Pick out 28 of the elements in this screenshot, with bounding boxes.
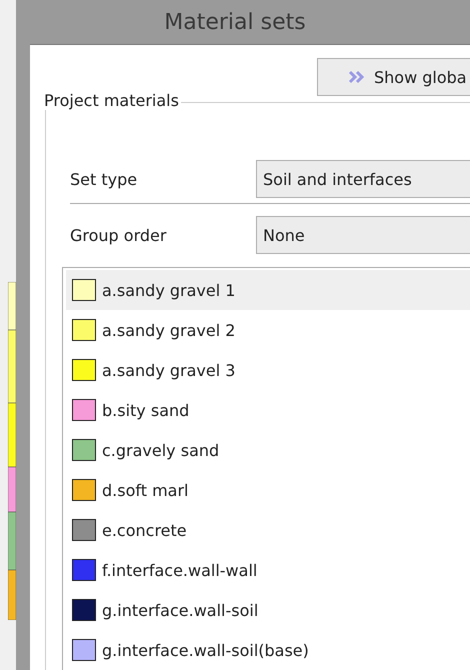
material-name: e.concrete — [102, 520, 187, 540]
material-item[interactable]: e.concrete — [66, 510, 470, 550]
material-item[interactable]: a.sandy gravel 2 — [66, 310, 470, 350]
material-name: g.interface.wall-soil — [102, 600, 258, 620]
material-item[interactable]: g.interface.wall-soil(base) — [66, 630, 470, 670]
material-name: d.soft marl — [102, 480, 188, 500]
material-name: a.sandy gravel 2 — [102, 320, 236, 340]
window-title: Material sets — [163, 8, 307, 36]
material-item[interactable]: d.soft marl — [66, 470, 470, 510]
dropdown[interactable]: Soil and interfaces — [256, 160, 470, 198]
material-item[interactable]: a.sandy gravel 1 — [66, 270, 470, 310]
double-chevron-icon — [348, 70, 366, 84]
material-name: a.sandy gravel 1 — [102, 280, 236, 300]
material-name: f.interface.wall-wall — [102, 560, 258, 580]
material-item[interactable]: b.sity sand — [66, 390, 470, 430]
field-label: Group order — [69, 226, 168, 244]
material-name: c.gravely sand — [102, 440, 220, 460]
show-global-button[interactable]: Show globa — [317, 58, 470, 96]
material-item[interactable]: c.gravely sand — [66, 430, 470, 470]
material-item[interactable]: a.sandy gravel 3 — [66, 350, 470, 390]
material-name: b.sity sand — [102, 400, 190, 420]
material-name: a.sandy gravel 3 — [102, 360, 236, 380]
material-item[interactable]: f.interface.wall-wall — [66, 550, 470, 590]
material-item[interactable]: g.interface.wall-soil — [66, 590, 470, 630]
dropdown[interactable]: None — [256, 216, 470, 254]
field-label: Set type — [69, 170, 138, 188]
group-title: Project materials — [42, 91, 181, 110]
material-name: g.interface.wall-soil(base) — [102, 640, 309, 660]
